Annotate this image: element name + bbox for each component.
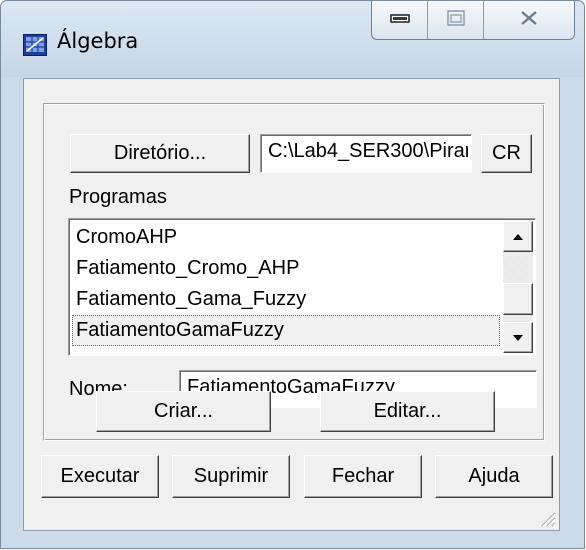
scroll-down-button[interactable] [503, 322, 533, 353]
programs-scrollbar[interactable] [503, 221, 533, 353]
window-title: Álgebra [57, 29, 139, 53]
help-button[interactable]: Ajuda [435, 455, 553, 498]
programs-listbox[interactable]: CromoAHP Fatiamento_Cromo_AHP Fatiamento… [68, 218, 536, 356]
edit-button[interactable]: Editar... [320, 391, 495, 432]
close-button[interactable] [484, 1, 574, 39]
resize-grip-icon[interactable] [538, 509, 556, 527]
minimize-icon [389, 11, 410, 29]
scroll-thumb[interactable] [503, 283, 533, 315]
close-icon [519, 10, 539, 31]
directory-button[interactable]: Diretório... [70, 134, 250, 173]
algebra-grid-icon [23, 34, 47, 56]
programs-label: Programas [69, 186, 167, 208]
execute-button[interactable]: Executar [41, 455, 159, 498]
list-item[interactable]: Fatiamento_Cromo_AHP [72, 253, 500, 284]
list-item[interactable]: CromoAHP [72, 222, 500, 253]
scroll-up-button[interactable] [503, 221, 533, 252]
title-bar[interactable]: Álgebra [1, 1, 584, 77]
algebra-window: Álgebra Diretório... C:\Lab4_SER300\Pira… [0, 0, 585, 549]
directory-path-value: C:\Lab4_SER300\Pirar [268, 140, 468, 162]
cr-button[interactable]: CR [481, 134, 532, 173]
maximize-button[interactable] [428, 1, 484, 39]
caption-buttons [371, 1, 575, 40]
directory-path-field[interactable]: C:\Lab4_SER300\Pirar [260, 134, 472, 173]
list-item[interactable]: Fatiamento_Gama_Fuzzy [72, 284, 500, 315]
arrow-up-icon [512, 228, 524, 246]
delete-button[interactable]: Suprimir [172, 455, 290, 498]
minimize-button[interactable] [372, 1, 428, 39]
list-item-selected[interactable]: FatiamentoGamaFuzzy [72, 315, 500, 346]
maximize-icon [446, 9, 465, 31]
create-button[interactable]: Criar... [96, 391, 271, 432]
dialog-client-area: Diretório... C:\Lab4_SER300\Pirar CR Pro… [23, 78, 560, 531]
close-dialog-button[interactable]: Fechar [304, 455, 422, 498]
arrow-down-icon [512, 329, 524, 347]
